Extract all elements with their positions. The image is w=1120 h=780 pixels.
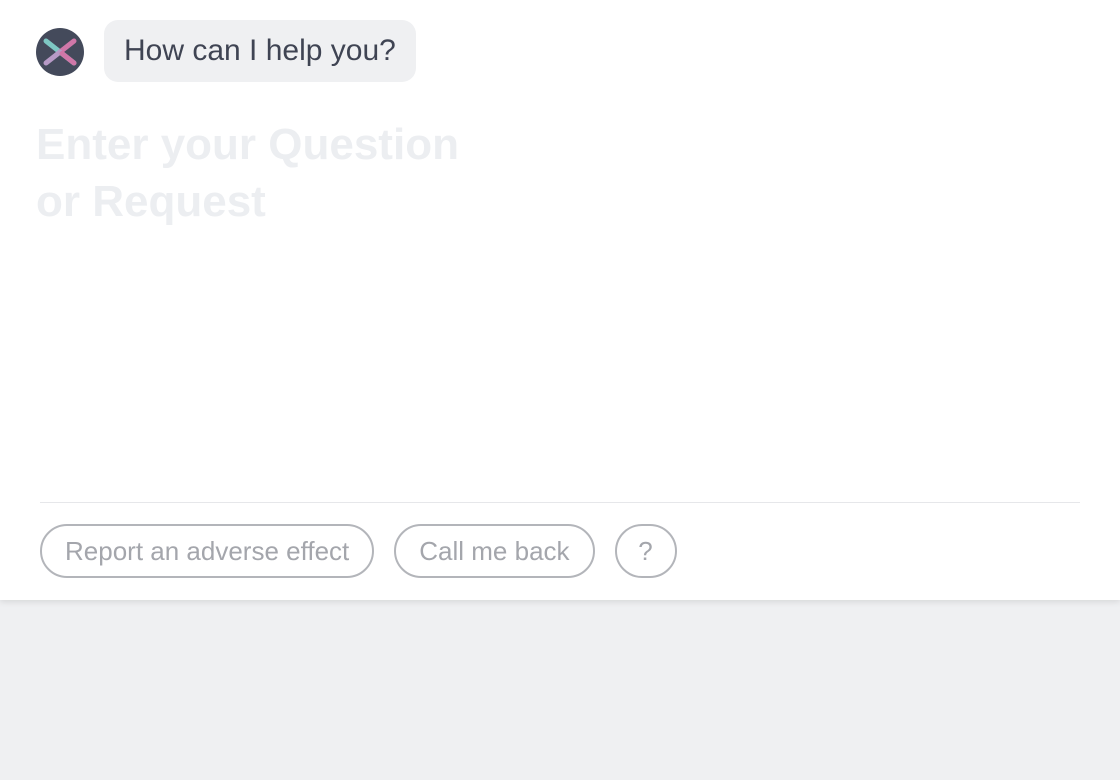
- x-logo-icon: [43, 38, 77, 66]
- question-input[interactable]: [36, 116, 596, 456]
- help-button[interactable]: ?: [614, 524, 677, 578]
- divider: [40, 502, 1080, 503]
- chat-panel: How can I help you? Report an adverse ef…: [0, 0, 1120, 600]
- call-me-back-button[interactable]: Call me back: [394, 524, 595, 578]
- assistant-greeting-bubble: How can I help you?: [104, 20, 416, 82]
- assistant-avatar: [36, 28, 84, 76]
- report-adverse-effect-button[interactable]: Report an adverse effect: [40, 524, 375, 578]
- quick-actions: Report an adverse effect Call me back ?: [40, 524, 677, 578]
